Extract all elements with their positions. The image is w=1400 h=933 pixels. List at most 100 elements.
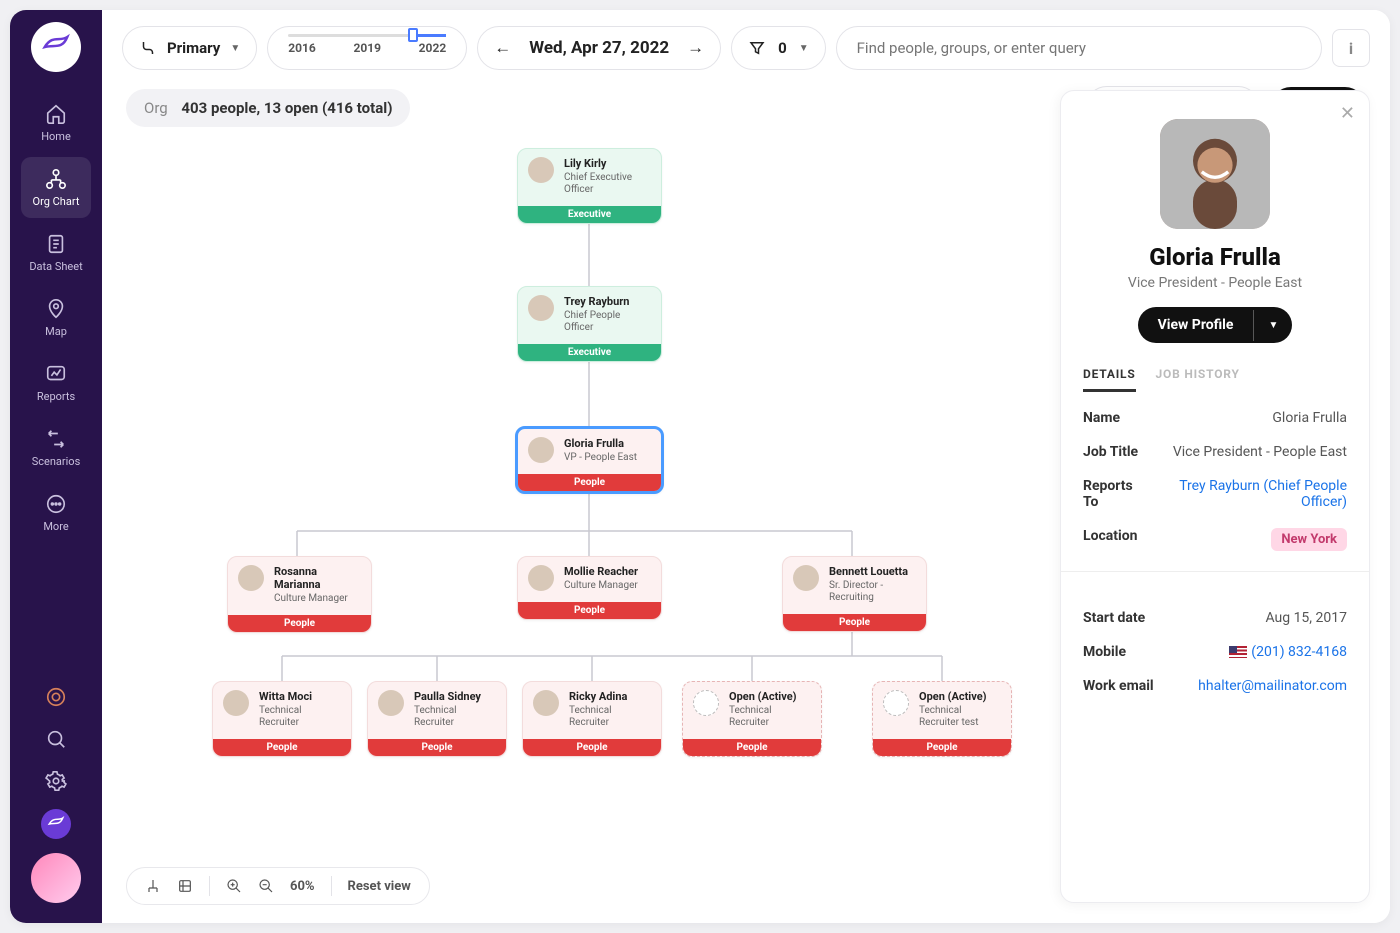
node-name: Mollie Reacher	[564, 565, 638, 578]
org-chart-icon	[44, 167, 68, 191]
org-node[interactable]: Rosanna MariannaCulture Manager People	[227, 556, 372, 633]
org-node[interactable]: Witta Moci Technical Recruiter People	[212, 681, 352, 757]
email-link[interactable]: hhalter@mailinator.com	[1198, 678, 1347, 694]
tab-details[interactable]: DETAILS	[1083, 367, 1136, 392]
person-detail-panel: ✕ Gloria Frulla Vice President - People …	[1060, 90, 1370, 903]
timeline-year: 2022	[419, 41, 447, 55]
avatar-icon	[238, 565, 264, 591]
date-next-button[interactable]: →	[687, 38, 704, 58]
field-value: Gloria Frulla	[1272, 410, 1347, 426]
sidebar: Home Org Chart Data Sheet Map Reports Sc…	[10, 10, 102, 923]
mobile-link[interactable]: (201) 832-4168	[1229, 644, 1347, 660]
filter-count: 0	[778, 39, 787, 57]
org-node-open[interactable]: Open (Active)Technical Recruiter test Pe…	[872, 681, 1012, 757]
user-avatar[interactable]	[31, 853, 81, 903]
node-team: Executive	[518, 206, 661, 223]
node-team: People	[368, 739, 506, 756]
nav-label: Home	[41, 130, 71, 143]
branch-icon	[139, 39, 157, 57]
hierarchy-icon[interactable]	[145, 878, 161, 894]
org-node-cpo[interactable]: Trey RayburnChief People Officer Executi…	[517, 286, 662, 362]
search-icon[interactable]	[42, 725, 70, 753]
sheet-icon	[44, 232, 68, 256]
location-badge[interactable]: New York	[1271, 528, 1347, 551]
node-title: Technical Recruiter	[414, 705, 496, 729]
node-team: People	[873, 739, 1011, 756]
org-node-ceo[interactable]: Lily Kirly Chief Executive Officer Execut…	[517, 148, 662, 224]
field-label: Start date	[1083, 610, 1145, 626]
node-name: Lily Kirly	[564, 157, 651, 170]
chevron-down-icon: ▼	[230, 43, 240, 54]
node-name: Rosanna Marianna	[274, 565, 361, 591]
node-team: People	[518, 602, 661, 619]
avatar-icon	[883, 690, 909, 716]
org-node-vp[interactable]: Gloria FrullaVP - People East People ← 2…	[515, 426, 664, 494]
info-button[interactable]: i	[1332, 29, 1370, 67]
nav-reports[interactable]: Reports	[21, 352, 91, 413]
scenario-label: Primary	[167, 39, 220, 57]
app-logo[interactable]	[31, 22, 81, 72]
node-name: Trey Rayburn	[564, 295, 651, 308]
zoom-out-icon[interactable]	[258, 878, 274, 894]
timeline-handle[interactable]	[408, 28, 418, 42]
timeline-slider[interactable]: 2016 2019 2022	[267, 26, 467, 70]
home-icon	[44, 102, 68, 126]
chevron-down-icon[interactable]: ▼	[1253, 310, 1292, 341]
scenario-selector[interactable]: Primary ▼	[122, 26, 257, 70]
org-node[interactable]: Paulla SidneyTechnical Recruiter People	[367, 681, 507, 757]
map-pin-icon	[44, 297, 68, 321]
org-node-open[interactable]: Open (Active)Technical Recruiter People	[682, 681, 822, 757]
nav-home[interactable]: Home	[21, 92, 91, 153]
node-title: Sr. Director - Recruiting	[829, 580, 916, 604]
tab-job-history[interactable]: JOB HISTORY	[1156, 367, 1240, 392]
chevron-down-icon: ▼	[799, 43, 809, 54]
zoom-level: 60%	[290, 879, 315, 894]
avatar-icon	[693, 690, 719, 716]
node-title: Chief Executive Officer	[564, 172, 651, 196]
avatar-icon	[528, 157, 554, 183]
node-name: Ricky Adina	[569, 690, 651, 703]
field-label: Location	[1083, 528, 1137, 544]
avatar-icon	[528, 565, 554, 591]
org-summary-text: 403 people, 13 open (416 total)	[181, 99, 392, 117]
field-label: Name	[1083, 410, 1120, 426]
node-title: VP - People East	[564, 452, 637, 464]
nav-org-chart[interactable]: Org Chart	[21, 157, 91, 218]
current-date[interactable]: Wed, Apr 27, 2022	[529, 38, 669, 58]
nav-label: Org Chart	[33, 195, 80, 208]
date-prev-button[interactable]: ←	[494, 38, 511, 58]
nav-map[interactable]: Map	[21, 287, 91, 348]
org-node[interactable]: Ricky AdinaTechnical Recruiter People	[522, 681, 662, 757]
search-input[interactable]	[836, 26, 1322, 70]
zoom-in-icon[interactable]	[226, 878, 242, 894]
brand-badge-icon[interactable]	[41, 809, 71, 839]
org-node[interactable]: Bennett LouettaSr. Director - Recruiting…	[782, 556, 927, 632]
settings-icon[interactable]	[42, 767, 70, 795]
node-title: Technical Recruiter	[259, 705, 341, 729]
org-node[interactable]: Mollie ReacherCulture Manager People	[517, 556, 662, 620]
reports-to-link[interactable]: Trey Rayburn (Chief People Officer)	[1158, 478, 1347, 510]
date-navigator: ← Wed, Apr 27, 2022 →	[477, 26, 721, 70]
fit-icon[interactable]	[177, 878, 193, 894]
close-button[interactable]: ✕	[1340, 103, 1355, 124]
reports-icon	[44, 362, 68, 386]
target-icon[interactable]	[42, 683, 70, 711]
reset-view-button[interactable]: Reset view	[348, 879, 411, 894]
avatar-icon	[793, 565, 819, 591]
nav-more[interactable]: More	[21, 482, 91, 543]
node-name: Witta Moci	[259, 690, 341, 703]
filter-button[interactable]: 0 ▼	[731, 26, 826, 70]
person-title: Vice President - People East	[1083, 275, 1347, 291]
org-summary-pill[interactable]: Org 403 people, 13 open (416 total)	[126, 89, 410, 127]
node-team: People	[518, 474, 661, 491]
field-label: Reports To	[1083, 478, 1142, 510]
node-team: People	[213, 739, 351, 756]
field-label: Job Title	[1083, 444, 1138, 460]
nav-scenarios[interactable]: Scenarios	[21, 417, 91, 478]
view-profile-button[interactable]: View Profile ▼	[1138, 307, 1293, 343]
person-avatar	[1160, 119, 1270, 229]
canvas-toolbar: 60% Reset view	[126, 867, 430, 905]
avatar-icon	[528, 295, 554, 321]
nav-data-sheet[interactable]: Data Sheet	[21, 222, 91, 283]
node-title: Technical Recruiter test	[919, 705, 1001, 729]
